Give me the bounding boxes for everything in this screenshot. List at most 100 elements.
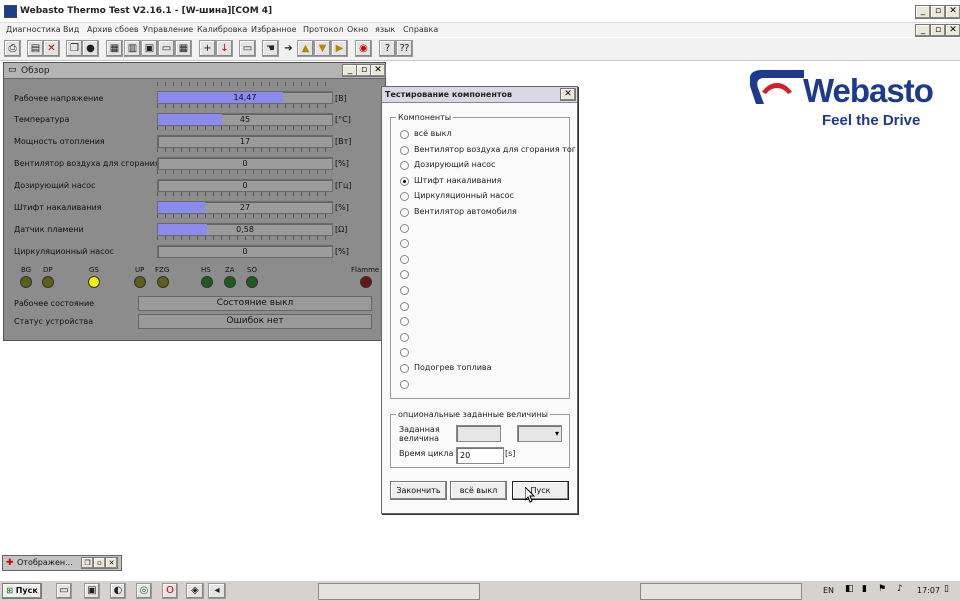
radio-button[interactable] [400, 176, 409, 186]
flag-icon[interactable]: ⚑ [878, 584, 886, 594]
arrow-right-icon[interactable]: ➔ [280, 40, 297, 57]
mdi-minimize-icon[interactable]: _ [915, 24, 931, 37]
start-button[interactable]: Пуск [512, 481, 569, 500]
tray-icon[interactable]: ▮ [862, 584, 867, 594]
close-icon[interactable]: ✕ [105, 557, 118, 569]
delete-icon[interactable]: ✕ [43, 40, 60, 57]
radio-button[interactable] [400, 208, 409, 217]
led-indicator [88, 276, 100, 288]
webasto-logo-icon [750, 70, 804, 104]
grid-icon[interactable]: ▦ [175, 40, 192, 57]
start-menu-button[interactable]: ⊞ Пуск [2, 583, 42, 599]
minimize-icon[interactable]: _ [915, 5, 931, 19]
explorer-icon[interactable]: ▭ [56, 583, 72, 599]
menu-view[interactable]: Вид [63, 25, 79, 34]
menu-diagnostics[interactable]: Диагностика [6, 25, 61, 34]
maximize-icon[interactable]: ▫ [930, 5, 946, 19]
cycle-time-input[interactable]: 20 [456, 447, 504, 464]
arrow-forward-icon[interactable]: ▶ [331, 40, 348, 57]
menu-calibration[interactable]: Калибровка [197, 25, 247, 34]
menu-help[interactable]: Справка [403, 25, 438, 34]
folder-icon[interactable]: ▣ [84, 583, 100, 599]
tray-icon[interactable]: ◧ [845, 584, 854, 594]
row-unit: [%] [335, 203, 349, 212]
overview-icon[interactable]: ▦ [106, 40, 123, 57]
radio-button[interactable] [400, 254, 409, 264]
app-taskbar-icon[interactable]: ◂ [208, 583, 226, 599]
radio-button[interactable] [400, 301, 409, 311]
status-value: Состояние выкл [138, 296, 372, 311]
overview-title-bar[interactable]: ▭ Обзор _ ▫ ✕ [4, 63, 386, 79]
download-icon[interactable]: ↓ [216, 40, 233, 57]
gauge-value: 17 [239, 137, 251, 146]
row-label: Температура [14, 115, 70, 124]
arrow-up-icon[interactable]: ▲ [297, 40, 314, 57]
menu-window[interactable]: Окно [347, 25, 368, 34]
row-unit: [%] [335, 159, 349, 168]
gauge-bar: 45 [157, 113, 333, 126]
chrome-icon[interactable]: ◎ [136, 583, 152, 599]
gauge-scale [157, 236, 331, 240]
led-indicator [20, 276, 32, 288]
menu-fault-archive[interactable]: Архив сбоев [87, 25, 139, 34]
menu-language[interactable]: язык [375, 25, 395, 34]
stop-icon[interactable]: ◉ [355, 40, 372, 57]
minimized-window[interactable]: ✚ Отображен... ❐ ▫ ✕ [2, 555, 122, 571]
document-icon[interactable]: ▤ [27, 40, 44, 57]
radio-label: всё выкл [414, 129, 452, 138]
taskbar-window-item[interactable] [640, 583, 802, 600]
table-icon[interactable]: ▥ [124, 40, 141, 57]
all-off-button[interactable]: всё выкл [450, 481, 507, 500]
radio-button[interactable] [400, 145, 409, 155]
radio-button[interactable] [400, 379, 409, 389]
radio-button[interactable] [400, 223, 409, 233]
led-label: SO [247, 266, 257, 274]
dialog-close-icon[interactable]: ✕ [560, 88, 576, 101]
show-desktop-icon[interactable]: ▯ [944, 584, 949, 594]
help-icon[interactable]: ? [379, 40, 396, 57]
language-indicator[interactable]: EN [823, 586, 834, 595]
radio-button[interactable] [400, 364, 409, 373]
overview-close-icon[interactable]: ✕ [370, 64, 386, 77]
menu-protocol[interactable]: Протокол [303, 25, 343, 34]
menu-favorites[interactable]: Избранное [251, 25, 296, 34]
start-menu-label: Пуск [15, 586, 38, 595]
setpoint-input[interactable] [456, 425, 501, 442]
setpoint-unit-select[interactable]: ▾ [517, 425, 562, 442]
row-label: Мощность отопления [14, 137, 105, 146]
hand-icon[interactable]: ☚ [262, 40, 279, 57]
menu-control[interactable]: Управление [143, 25, 193, 34]
radio-label: Вентилятор воздуха для сгорания тог [414, 144, 576, 154]
mdi-close-icon[interactable]: ✕ [945, 24, 960, 37]
record-icon[interactable]: ● [82, 40, 99, 57]
taskbar-window-item[interactable] [318, 583, 480, 600]
chart-icon[interactable]: ▭ [158, 40, 175, 57]
radio-button[interactable] [400, 130, 409, 139]
context-help-icon[interactable]: ⁇ [396, 40, 413, 57]
row-unit: [%] [335, 247, 349, 256]
close-icon[interactable]: ✕ [945, 5, 960, 19]
dialog-title-bar[interactable]: Тестирование компонентов ✕ [382, 87, 577, 103]
finish-button[interactable]: Закончить [390, 481, 447, 500]
media-player-icon[interactable]: ◐ [110, 583, 126, 599]
radio-button[interactable] [400, 332, 409, 342]
mdi-restore-icon[interactable]: ▫ [930, 24, 946, 37]
setpoint-label: Заданная величина [399, 425, 440, 443]
terminal-icon[interactable]: ▭ [239, 40, 256, 57]
print-icon[interactable]: ⎙ [4, 40, 21, 57]
radio-button[interactable] [400, 286, 409, 295]
gauge-bar: 14,47 [157, 91, 333, 104]
row-unit: [Гц] [335, 181, 352, 190]
opera-icon[interactable]: O [162, 583, 178, 599]
volume-icon[interactable]: ♪ [897, 584, 903, 594]
add-icon[interactable]: + [199, 40, 216, 57]
copy-icon[interactable]: ❐ [66, 40, 83, 57]
row-label: Датчик пламени [14, 225, 84, 234]
panel-icon[interactable]: ▣ [141, 40, 158, 57]
gauge-scale [157, 82, 331, 86]
arrow-down-icon[interactable]: ▼ [314, 40, 331, 57]
radio-label: Циркуляционный насос [414, 191, 514, 201]
led-indicator [360, 276, 372, 288]
row-label: Штифт накаливания [14, 203, 102, 212]
webasto-app-taskbar-icon[interactable]: ◈ [186, 583, 204, 599]
